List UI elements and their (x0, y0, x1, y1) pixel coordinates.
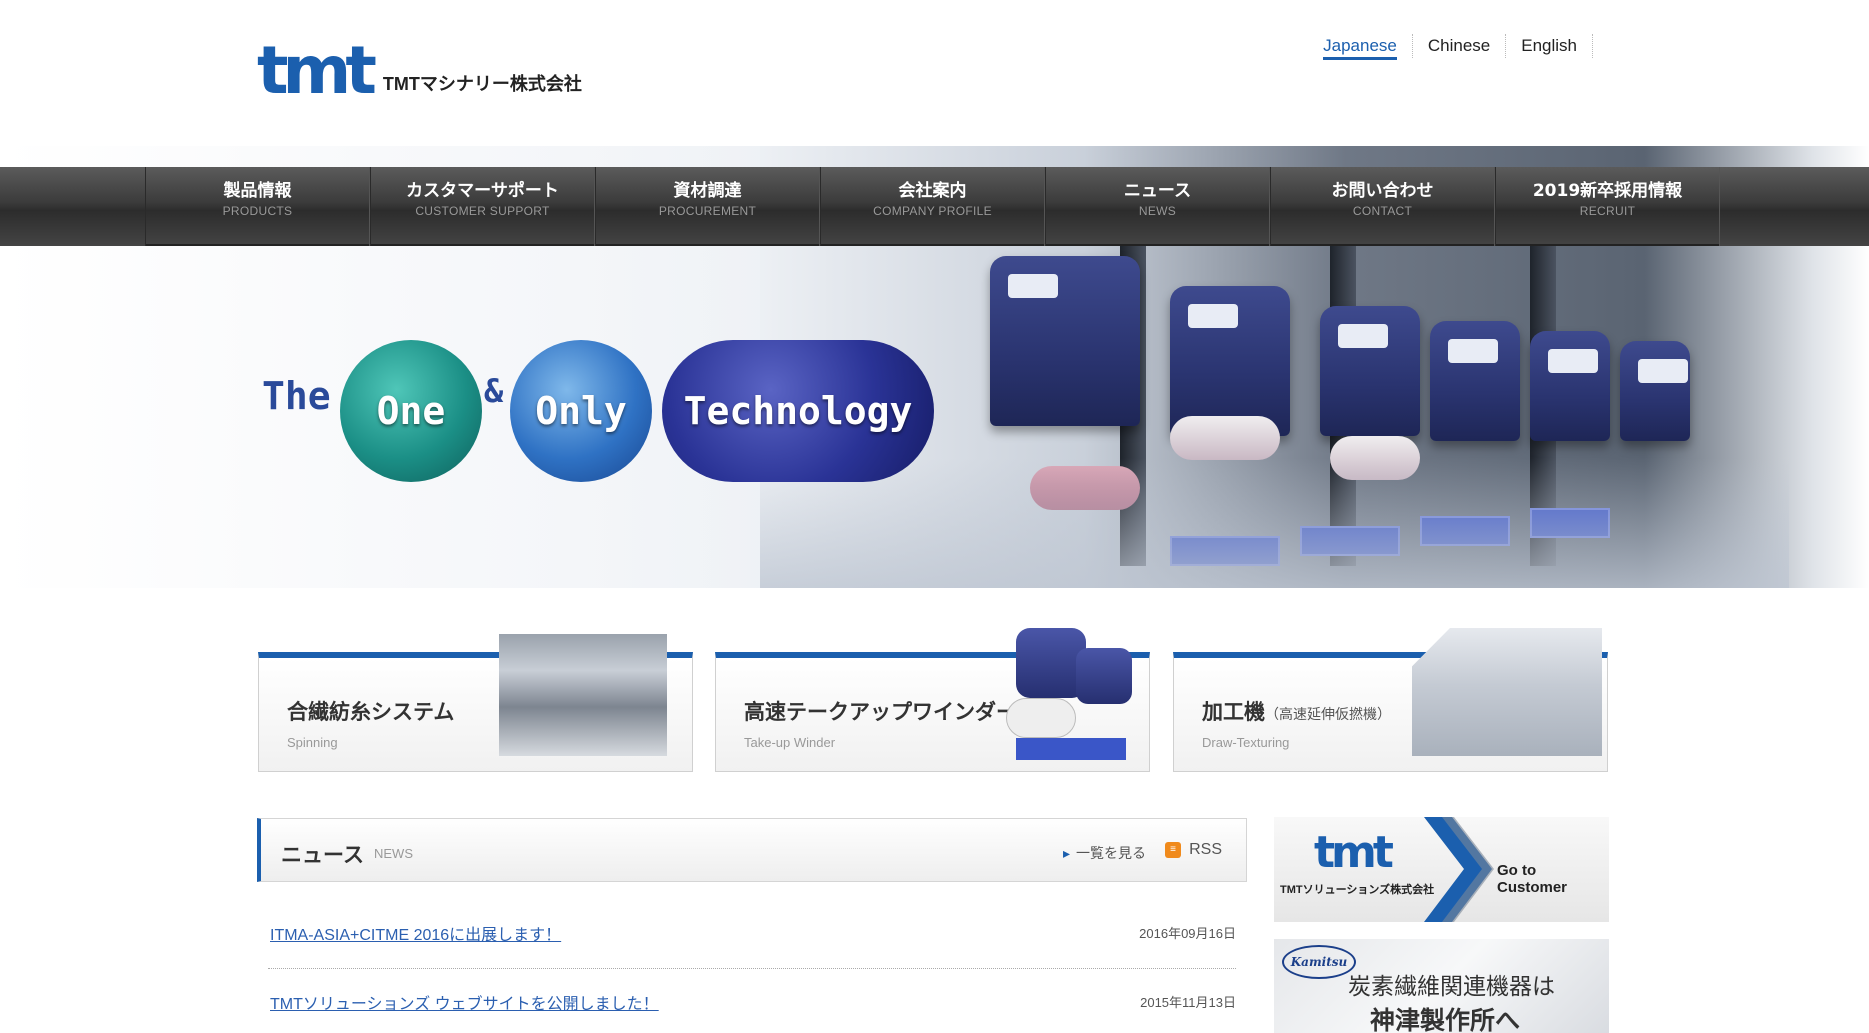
nav-products[interactable]: 製品情報 PRODUCTS (145, 167, 370, 246)
main-nav: 製品情報 PRODUCTS カスタマーサポート CUSTOMER SUPPORT… (0, 167, 1869, 246)
lang-japanese[interactable]: Japanese (1308, 34, 1413, 60)
tmt-solutions-banner[interactable]: tmt TMTソリューションズ株式会社 Go to Customer (1274, 817, 1609, 922)
news-section-header: ニュース NEWS 一覧を見る ≡ RSS (257, 818, 1247, 882)
news-item-date: 2016年09月16日 (1139, 926, 1236, 941)
draw-texturing-machine-image (1412, 628, 1602, 756)
go-to-customer-label: Go to Customer (1497, 862, 1568, 896)
news-item-date: 2015年11月13日 (1140, 995, 1236, 1010)
kamitsu-logo: Kamitsu (1282, 945, 1356, 979)
winder-machine-image (990, 256, 1140, 426)
news-item-link[interactable]: ITMA-ASIA+CITME 2016に出展します！ (270, 921, 561, 945)
tmt-solutions-logo: tmt (1314, 827, 1394, 878)
hero-floor (760, 458, 1789, 588)
nav-customer-support[interactable]: カスタマーサポート CUSTOMER SUPPORT (370, 167, 595, 246)
rss-icon: ≡ (1165, 842, 1182, 858)
product-card-subtitle: Spinning (287, 735, 338, 750)
product-card-spinning[interactable]: 合繊紡糸システム Spinning (258, 634, 693, 772)
winder-machine-image (1530, 331, 1610, 441)
winder-machine-image (1620, 341, 1690, 441)
winder-machine-image (1320, 306, 1420, 436)
winder-image (1006, 628, 1136, 768)
product-card-draw-texturing[interactable]: 加工機（高速延伸仮撚機） Draw-Texturing (1173, 628, 1608, 772)
tagline-ampersand: & (484, 372, 504, 410)
language-switcher: Japanese Chinese English (1308, 34, 1593, 60)
news-item: ITMA-ASIA+CITME 2016に出展します！ 2016年09月16日 (268, 921, 1236, 951)
spool-image (1170, 416, 1280, 460)
nav-news[interactable]: ニュース NEWS (1045, 167, 1270, 246)
kamitsu-banner[interactable]: Kamitsu 炭素繊維関連機器は 神津製作所へ (1274, 939, 1609, 1033)
lang-english[interactable]: English (1506, 34, 1593, 58)
nav-company-profile[interactable]: 会社案内 COMPANY PROFILE (820, 167, 1045, 246)
winder-machine-image (1430, 321, 1520, 441)
logo-company-name: TMTマシナリー株式会社 (382, 73, 582, 94)
site-logo[interactable]: tmt TMTマシナリー株式会社 (257, 32, 582, 109)
product-card-subtitle: Take-up Winder (744, 735, 836, 750)
news-item: TMTソリューションズ ウェブサイトを公開しました！ 2015年11月13日 (268, 990, 1236, 1020)
logo-mark: tmt (257, 32, 377, 109)
nav-recruit[interactable]: 2019新卒採用情報 RECRUIT (1495, 167, 1720, 246)
rss-link[interactable]: ≡ RSS (1165, 841, 1222, 859)
product-card-title: 高速テークアップワインダー (744, 700, 1017, 724)
spinning-system-image (499, 634, 667, 756)
news-heading: ニュース (281, 843, 364, 867)
product-card-subtitle: Draw-Texturing (1202, 735, 1290, 750)
kamitsu-tagline-1: 炭素繊維関連機器は (1348, 974, 1555, 1000)
news-view-all-link[interactable]: 一覧を見る (1063, 843, 1146, 863)
nav-contact[interactable]: お問い合わせ CONTACT (1270, 167, 1495, 246)
tagline-the: The (262, 374, 331, 418)
site-header: tmt TMTマシナリー株式会社 Japanese Chinese Englis… (0, 0, 1869, 146)
product-card-title: 加工機（高速延伸仮撚機） (1202, 700, 1391, 724)
product-card-winder[interactable]: 高速テークアップワインダー Take-up Winder (715, 628, 1150, 772)
news-divider (268, 968, 1236, 969)
nav-procurement[interactable]: 資材調達 PROCUREMENT (595, 167, 820, 246)
news-heading-en: NEWS (374, 846, 413, 861)
product-card-title: 合繊紡糸システム (287, 700, 455, 724)
tagline-bubble-only: Only (510, 340, 652, 482)
tagline-bubble-one: One (340, 340, 482, 482)
tagline-bubble-technology: Technology (662, 340, 934, 482)
chevron-right-icon (1424, 817, 1494, 922)
kamitsu-tagline-2: 神津製作所へ (1370, 1006, 1521, 1033)
winder-machine-image (1170, 286, 1290, 436)
lang-chinese[interactable]: Chinese (1413, 34, 1507, 58)
news-item-link[interactable]: TMTソリューションズ ウェブサイトを公開しました！ (270, 990, 659, 1014)
tmt-solutions-company: TMTソリューションズ株式会社 (1280, 884, 1435, 896)
